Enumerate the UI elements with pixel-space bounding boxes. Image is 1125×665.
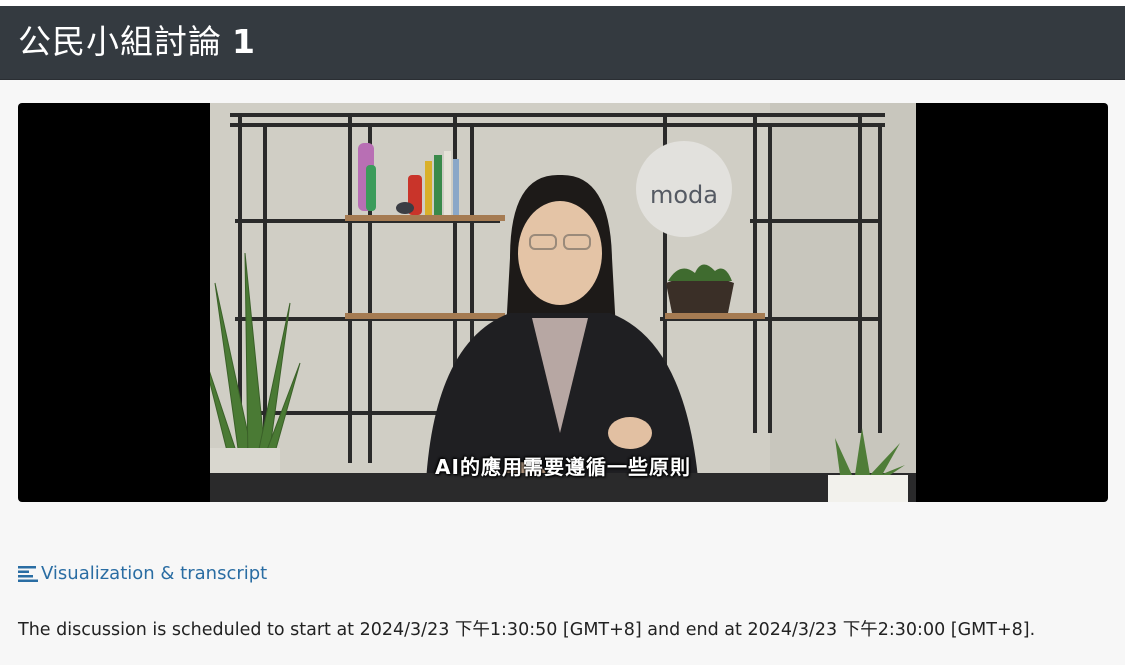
page-title-number: 1 [232,22,256,61]
page-header: 公民小組討論 1 [0,6,1125,80]
page-title: 公民小組討論 1 [18,20,256,64]
video-scene: moda [210,103,916,502]
page-title-text: 公民小組討論 [18,22,222,61]
visualization-transcript-link[interactable]: Visualization & transcript [18,561,267,587]
video-player[interactable]: moda AI的應用需要遵循一些原則 [18,103,1108,502]
video-frame[interactable]: moda AI的應用需要遵循一些原則 [210,103,916,502]
visualization-transcript-label: Visualization & transcript [41,563,268,584]
align-left-icon [18,566,38,582]
video-caption: AI的應用需要遵循一些原則 [435,455,691,479]
schedule-text: The discussion is scheduled to start at … [18,620,1036,640]
moda-logo-text: moda [650,181,718,209]
